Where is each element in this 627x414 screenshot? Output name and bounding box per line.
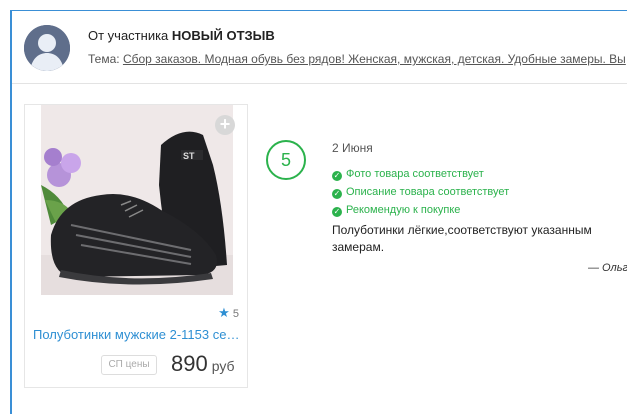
message-header: От участника НОВЫЙ ОТЗЫВ Тема: Сбор зака… [12, 11, 627, 83]
check-item-label: Фото товара соответствует [346, 168, 484, 180]
product-price: 890 руб [171, 351, 235, 377]
svg-text:ST: ST [183, 151, 195, 161]
product-rating: ★ 5 [218, 305, 239, 321]
check-item: ✓ Описание товара соответствует [332, 183, 509, 201]
header-divider [12, 83, 627, 84]
add-to-cart-plus-icon[interactable]: + [215, 115, 235, 135]
check-circle-icon: ✓ [332, 171, 342, 181]
review-score-badge: 5 [266, 140, 306, 180]
check-item: ✓ Рекомендую к покупке [332, 201, 509, 219]
product-title-link[interactable]: Полуботинки мужские 2-1153 се… [33, 327, 243, 342]
from-title: НОВЫЙ ОТЗЫВ [171, 28, 275, 43]
check-item-label: Описание товара соответствует [346, 186, 510, 198]
user-avatar-icon [24, 25, 70, 71]
from-line: От участника НОВЫЙ ОТЗЫВ [88, 28, 275, 43]
product-card[interactable]: ST + ★ 5 Полуботинки мужские 2-1153 се… … [24, 104, 248, 388]
product-image[interactable]: ST [41, 105, 233, 295]
check-circle-icon: ✓ [332, 207, 342, 217]
shoe-photo: ST [41, 105, 233, 295]
review-checklist: ✓ Фото товара соответствует ✓ Описание тов… [332, 165, 509, 219]
sp-price-badge: СП цены [101, 355, 157, 375]
topic-link[interactable]: Сбор заказов. Модная обувь без рядов! Же… [123, 52, 626, 66]
check-item-label: Рекомендую к покупке [346, 204, 461, 216]
topic-label: Тема: [88, 52, 120, 66]
topic-line: Тема: Сбор заказов. Модная обувь без ряд… [88, 52, 627, 66]
review-author: — Ольга [588, 262, 627, 274]
rating-value: 5 [232, 308, 239, 320]
check-item: ✓ Фото товара соответствует [332, 165, 509, 183]
star-icon: ★ [218, 305, 230, 320]
review-date: 2 Июня [332, 141, 373, 155]
review-text: Полуботинки лёгкие,соответствуют указанн… [332, 223, 592, 254]
avatar[interactable] [24, 25, 70, 71]
from-prefix: От участника [88, 28, 169, 43]
price-currency: руб [211, 358, 235, 374]
check-circle-icon: ✓ [332, 189, 342, 199]
price-value: 890 [171, 351, 208, 376]
